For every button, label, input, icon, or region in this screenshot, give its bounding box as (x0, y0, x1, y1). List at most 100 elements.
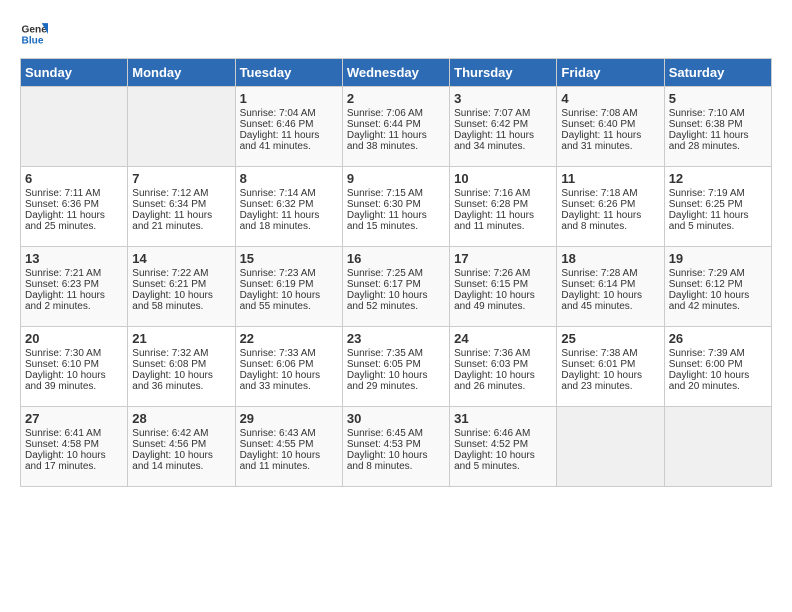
sunset-text: Sunset: 6:06 PM (240, 359, 338, 370)
calendar-week-row: 6Sunrise: 7:11 AMSunset: 6:36 PMDaylight… (21, 167, 772, 247)
sunset-text: Sunset: 4:56 PM (132, 439, 230, 450)
calendar-cell: 30Sunrise: 6:45 AMSunset: 4:53 PMDayligh… (342, 407, 449, 487)
daylight-text: Daylight: 10 hours and 55 minutes. (240, 290, 338, 312)
daylight-text: Daylight: 10 hours and 49 minutes. (454, 290, 552, 312)
daylight-text: Daylight: 11 hours and 11 minutes. (454, 210, 552, 232)
calendar-table: SundayMondayTuesdayWednesdayThursdayFrid… (20, 58, 772, 487)
sunrise-text: Sunrise: 7:39 AM (669, 348, 767, 359)
calendar-cell (128, 87, 235, 167)
header-monday: Monday (128, 59, 235, 87)
daylight-text: Daylight: 10 hours and 17 minutes. (25, 450, 123, 472)
sunrise-text: Sunrise: 7:19 AM (669, 188, 767, 199)
day-number: 30 (347, 411, 445, 426)
sunset-text: Sunset: 6:38 PM (669, 119, 767, 130)
sunrise-text: Sunrise: 7:25 AM (347, 268, 445, 279)
sunset-text: Sunset: 6:05 PM (347, 359, 445, 370)
calendar-cell: 15Sunrise: 7:23 AMSunset: 6:19 PMDayligh… (235, 247, 342, 327)
day-number: 5 (669, 91, 767, 106)
calendar-cell: 31Sunrise: 6:46 AMSunset: 4:52 PMDayligh… (450, 407, 557, 487)
sunrise-text: Sunrise: 7:15 AM (347, 188, 445, 199)
sunrise-text: Sunrise: 6:43 AM (240, 428, 338, 439)
sunrise-text: Sunrise: 7:36 AM (454, 348, 552, 359)
sunrise-text: Sunrise: 7:23 AM (240, 268, 338, 279)
daylight-text: Daylight: 10 hours and 11 minutes. (240, 450, 338, 472)
sunrise-text: Sunrise: 7:32 AM (132, 348, 230, 359)
day-number: 19 (669, 251, 767, 266)
sunset-text: Sunset: 6:14 PM (561, 279, 659, 290)
calendar-cell: 10 Sunrise: 7:16 AMSunset: 6:28 PMDayligh… (450, 167, 557, 247)
logo: General Blue (20, 20, 52, 48)
daylight-text: Daylight: 11 hours and 8 minutes. (561, 210, 659, 232)
calendar-cell: 2Sunrise: 7:06 AMSunset: 6:44 PMDaylight… (342, 87, 449, 167)
day-number: 21 (132, 331, 230, 346)
sunrise-text: Sunrise: 7:16 AM (454, 188, 552, 199)
calendar-cell: 25Sunrise: 7:38 AMSunset: 6:01 PMDayligh… (557, 327, 664, 407)
day-number: 18 (561, 251, 659, 266)
calendar-week-row: 20 Sunrise: 7:30 AMSunset: 6:10 PM Dayligh… (21, 327, 772, 407)
calendar-cell: 26Sunrise: 7:39 AMSunset: 6:00 PMDayligh… (664, 327, 771, 407)
day-number: 8 (240, 171, 338, 186)
sunset-text: Sunset: 6:25 PM (669, 199, 767, 210)
sunset-text: Sunset: 6:26 PM (561, 199, 659, 210)
sunrise-text: Sunrise: 7:04 AM (240, 108, 338, 119)
day-number: 12 (669, 171, 767, 186)
daylight-text: Daylight: 11 hours and 28 minutes. (669, 130, 767, 152)
sunrise-text: Sunrise: 7:30 AM (25, 348, 123, 359)
logo-icon: General Blue (20, 20, 48, 48)
calendar-week-row: 1Sunrise: 7:04 AMSunset: 6:46 PMDaylight… (21, 87, 772, 167)
sunrise-text: Sunrise: 7:38 AM (561, 348, 659, 359)
sunset-text: Sunset: 6:10 PM (25, 359, 123, 370)
sunrise-text: Sunrise: 7:29 AM (669, 268, 767, 279)
calendar-cell: 7Sunrise: 7:12 AMSunset: 6:34 PMDaylight… (128, 167, 235, 247)
page-header: General Blue (20, 20, 772, 48)
sunset-text: Sunset: 6:46 PM (240, 119, 338, 130)
calendar-cell: 8Sunrise: 7:14 AMSunset: 6:32 PMDaylight… (235, 167, 342, 247)
sunrise-text: Sunrise: 7:10 AM (669, 108, 767, 119)
daylight-text: Daylight: 10 hours and 14 minutes. (132, 450, 230, 472)
daylight-text: Daylight: 11 hours and 21 minutes. (132, 210, 230, 232)
sunset-text: Sunset: 6:00 PM (669, 359, 767, 370)
calendar-cell: 3Sunrise: 7:07 AMSunset: 6:42 PMDaylight… (450, 87, 557, 167)
day-number: 23 (347, 331, 445, 346)
sunset-text: Sunset: 6:03 PM (454, 359, 552, 370)
day-number: 20 (25, 331, 123, 346)
sunset-text: Sunset: 6:28 PM (454, 199, 552, 210)
calendar-cell: 16Sunrise: 7:25 AMSunset: 6:17 PMDayligh… (342, 247, 449, 327)
sunset-text: Sunset: 4:55 PM (240, 439, 338, 450)
header-sunday: Sunday (21, 59, 128, 87)
sunset-text: Sunset: 6:23 PM (25, 279, 123, 290)
daylight-text: Daylight: 11 hours and 5 minutes. (669, 210, 767, 232)
sunset-text: Sunset: 6:44 PM (347, 119, 445, 130)
sunset-text: Sunset: 4:52 PM (454, 439, 552, 450)
daylight-text: Daylight: 10 hours and 36 minutes. (132, 370, 230, 392)
calendar-cell: 28Sunrise: 6:42 AMSunset: 4:56 PMDayligh… (128, 407, 235, 487)
day-number: 10 (454, 171, 552, 186)
daylight-text: Daylight: 10 hours and 42 minutes. (669, 290, 767, 312)
daylight-text: Daylight: 10 hours and 5 minutes. (454, 450, 552, 472)
sunset-text: Sunset: 6:21 PM (132, 279, 230, 290)
calendar-cell (664, 407, 771, 487)
sunrise-text: Sunrise: 7:12 AM (132, 188, 230, 199)
calendar-cell: 29Sunrise: 6:43 AMSunset: 4:55 PMDayligh… (235, 407, 342, 487)
daylight-text: Daylight: 11 hours and 41 minutes. (240, 130, 338, 152)
sunset-text: Sunset: 6:36 PM (25, 199, 123, 210)
sunrise-text: Sunrise: 7:26 AM (454, 268, 552, 279)
sunrise-text: Sunrise: 7:21 AM (25, 268, 123, 279)
calendar-cell: 6Sunrise: 7:11 AMSunset: 6:36 PMDaylight… (21, 167, 128, 247)
daylight-text: Daylight: 11 hours and 38 minutes. (347, 130, 445, 152)
sunset-text: Sunset: 6:19 PM (240, 279, 338, 290)
sunrise-text: Sunrise: 6:41 AM (25, 428, 123, 439)
daylight-text: Daylight: 10 hours and 45 minutes. (561, 290, 659, 312)
day-number: 2 (347, 91, 445, 106)
calendar-cell: 13Sunrise: 7:21 AMSunset: 6:23 PMDayligh… (21, 247, 128, 327)
calendar-cell: 18Sunrise: 7:28 AMSunset: 6:14 PMDayligh… (557, 247, 664, 327)
calendar-cell: 11Sunrise: 7:18 AMSunset: 6:26 PMDayligh… (557, 167, 664, 247)
day-number: 4 (561, 91, 659, 106)
sunrise-text: Sunrise: 7:22 AM (132, 268, 230, 279)
calendar-cell (557, 407, 664, 487)
header-tuesday: Tuesday (235, 59, 342, 87)
daylight-text: Daylight: 11 hours and 18 minutes. (240, 210, 338, 232)
day-number: 14 (132, 251, 230, 266)
calendar-cell: 4Sunrise: 7:08 AMSunset: 6:40 PMDaylight… (557, 87, 664, 167)
daylight-text: Daylight: 11 hours and 34 minutes. (454, 130, 552, 152)
